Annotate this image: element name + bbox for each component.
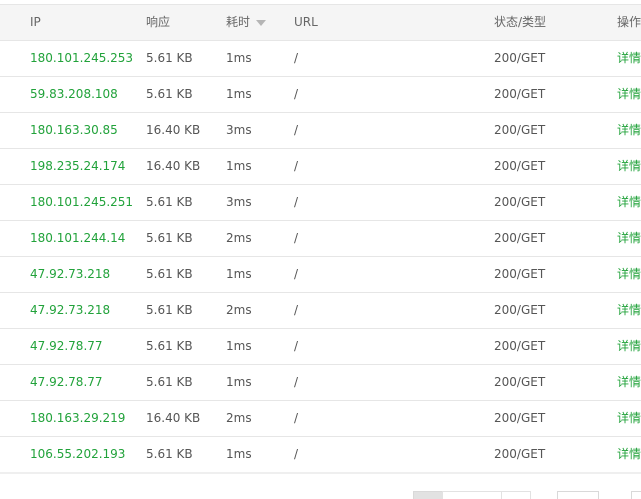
- table-row: 47.92.73.218 5.61 KB 2ms / 200/GET 详情: [0, 293, 641, 329]
- details-link[interactable]: 详情: [617, 149, 641, 184]
- request-url: /: [294, 303, 299, 317]
- response-time: 1ms: [226, 159, 252, 173]
- response-time: 3ms: [226, 195, 252, 209]
- response-size: 5.61 KB: [146, 303, 193, 317]
- status-method: 200/GET: [494, 87, 546, 101]
- response-size: 5.61 KB: [146, 51, 193, 65]
- header-time-label: 耗时: [226, 15, 251, 29]
- response-size: 16.40 KB: [146, 123, 201, 137]
- status-method: 200/GET: [494, 123, 546, 137]
- header-url: URL: [294, 15, 318, 29]
- details-link[interactable]: 详情: [617, 185, 641, 220]
- details-link[interactable]: 详情: [617, 257, 641, 292]
- response-time: 1ms: [226, 87, 252, 101]
- request-url: /: [294, 51, 299, 65]
- response-time: 3ms: [226, 123, 252, 137]
- response-time: 2ms: [226, 411, 252, 425]
- response-size: 5.61 KB: [146, 87, 193, 101]
- header-status: 状态/类型: [494, 15, 547, 29]
- table-row: 47.92.78.77 5.61 KB 1ms / 200/GET 详情: [0, 365, 641, 401]
- status-method: 200/GET: [494, 195, 546, 209]
- response-time: 2ms: [226, 231, 252, 245]
- status-method: 200/GET: [494, 447, 546, 461]
- ip-link[interactable]: 47.92.73.218: [30, 293, 140, 328]
- details-link[interactable]: 详情: [617, 77, 641, 112]
- status-method: 200/GET: [494, 375, 546, 389]
- response-size: 5.61 KB: [146, 231, 193, 245]
- response-size: 5.61 KB: [146, 195, 193, 209]
- response-size: 16.40 KB: [146, 159, 201, 173]
- table-row: 106.55.202.193 5.61 KB 1ms / 200/GET 详情: [0, 437, 641, 473]
- table-row: 47.92.78.77 5.61 KB 1ms / 200/GET 详情: [0, 329, 641, 365]
- ip-link[interactable]: 180.101.244.14: [30, 221, 140, 256]
- ip-link[interactable]: 180.101.245.251: [30, 185, 140, 220]
- ip-link[interactable]: 47.92.73.218: [30, 257, 140, 292]
- details-link[interactable]: 详情: [617, 365, 641, 400]
- request-url: /: [294, 447, 299, 461]
- request-url: /: [294, 339, 299, 353]
- response-time: 1ms: [226, 339, 252, 353]
- ip-link[interactable]: 47.92.78.77: [30, 365, 140, 400]
- ip-link[interactable]: 198.235.24.174: [30, 149, 140, 184]
- header-ip: IP: [30, 15, 41, 29]
- request-url: /: [294, 375, 299, 389]
- table-row: 180.101.245.251 5.61 KB 3ms / 200/GET 详情: [0, 185, 641, 221]
- details-link[interactable]: 详情: [617, 401, 641, 436]
- status-method: 200/GET: [494, 231, 546, 245]
- ip-link[interactable]: 180.163.30.85: [30, 113, 140, 148]
- table-row: 180.101.245.253 5.61 KB 1ms / 200/GET 详情: [0, 41, 641, 77]
- response-size: 16.40 KB: [146, 411, 201, 425]
- details-link[interactable]: 详情: [617, 113, 641, 148]
- request-url: /: [294, 231, 299, 245]
- access-log-table: IP 响应 耗时 URL 状态/类型 操作 180.101.245.253 5.6…: [0, 4, 641, 473]
- status-method: 200/GET: [494, 267, 546, 281]
- response-time: 2ms: [226, 303, 252, 317]
- request-url: /: [294, 411, 299, 425]
- status-method: 200/GET: [494, 339, 546, 353]
- response-time: 1ms: [226, 267, 252, 281]
- horizontal-scrollbar[interactable]: [0, 472, 641, 474]
- header-operation: 操作: [617, 15, 641, 29]
- table-row: 47.92.73.218 5.61 KB 1ms / 200/GET 详情: [0, 257, 641, 293]
- response-time: 1ms: [226, 51, 252, 65]
- status-method: 200/GET: [494, 303, 546, 317]
- details-link[interactable]: 详情: [617, 437, 641, 472]
- response-size: 5.61 KB: [146, 447, 193, 461]
- response-size: 5.61 KB: [146, 267, 193, 281]
- table-row: 59.83.208.108 5.61 KB 1ms / 200/GET 详情: [0, 77, 641, 113]
- details-link[interactable]: 详情: [617, 293, 641, 328]
- request-url: /: [294, 195, 299, 209]
- table-header: IP 响应 耗时 URL 状态/类型 操作: [0, 5, 641, 41]
- status-method: 200/GET: [494, 411, 546, 425]
- response-size: 5.61 KB: [146, 375, 193, 389]
- ip-link[interactable]: 59.83.208.108: [30, 77, 140, 112]
- table-row: 180.163.30.85 16.40 KB 3ms / 200/GET 详情: [0, 113, 641, 149]
- response-time: 1ms: [226, 375, 252, 389]
- status-method: 200/GET: [494, 159, 546, 173]
- request-url: /: [294, 87, 299, 101]
- details-link[interactable]: 详情: [617, 221, 641, 256]
- header-response: 响应: [146, 15, 171, 29]
- ip-link[interactable]: 180.163.29.219: [30, 401, 140, 436]
- header-time[interactable]: 耗时: [226, 5, 286, 40]
- response-time: 1ms: [226, 447, 252, 461]
- details-link[interactable]: 详情: [617, 41, 641, 76]
- table-row: 198.235.24.174 16.40 KB 1ms / 200/GET 详情: [0, 149, 641, 185]
- request-url: /: [294, 123, 299, 137]
- details-link[interactable]: 详情: [617, 329, 641, 364]
- response-size: 5.61 KB: [146, 339, 193, 353]
- request-url: /: [294, 267, 299, 281]
- ip-link[interactable]: 47.92.78.77: [30, 329, 140, 364]
- table-row: 180.101.244.14 5.61 KB 2ms / 200/GET 详情: [0, 221, 641, 257]
- sort-caret-down-icon[interactable]: [256, 19, 267, 26]
- status-method: 200/GET: [494, 51, 546, 65]
- ip-link[interactable]: 180.101.245.253: [30, 41, 140, 76]
- request-url: /: [294, 159, 299, 173]
- ip-link[interactable]: 106.55.202.193: [30, 437, 140, 472]
- table-row: 180.163.29.219 16.40 KB 2ms / 200/GET 详情: [0, 401, 641, 437]
- table-body: 180.101.245.253 5.61 KB 1ms/200/GET 详情 59.83…: [0, 41, 641, 473]
